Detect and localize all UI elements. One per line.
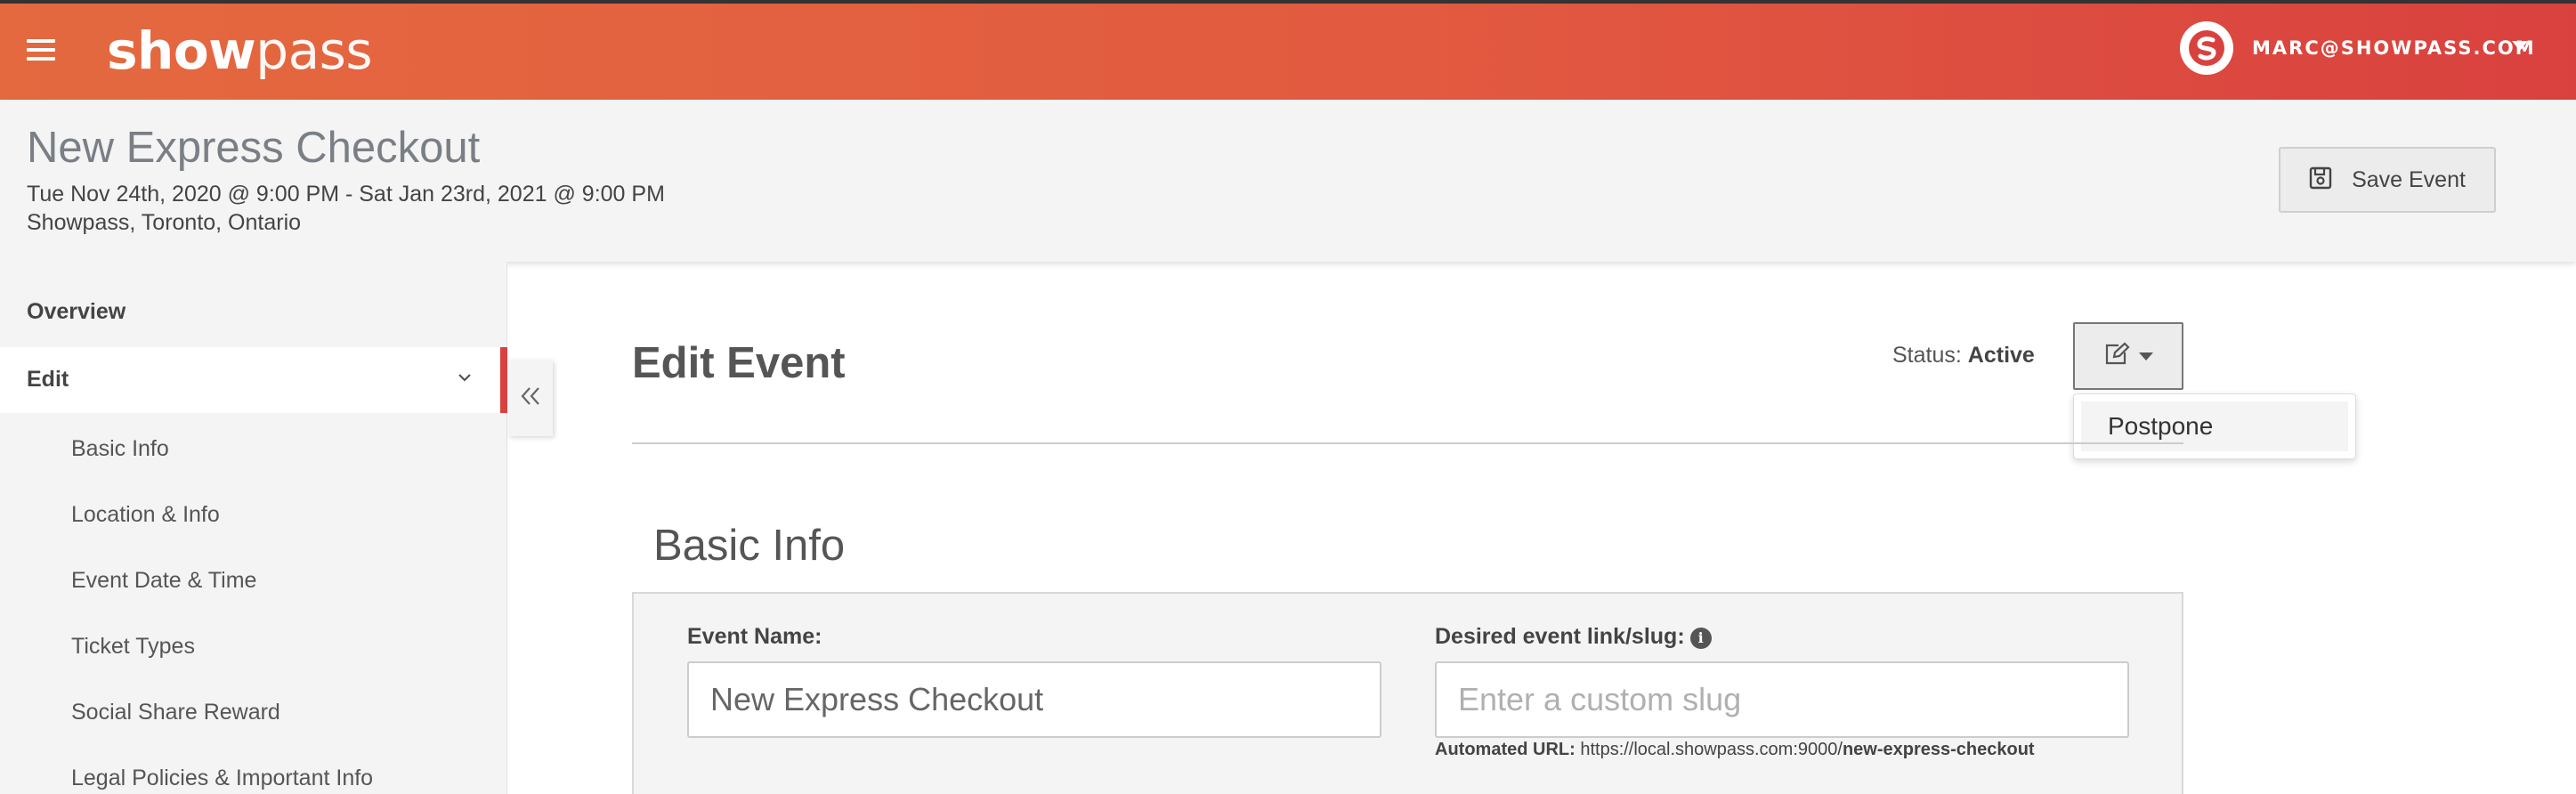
title-divider [632,442,2183,444]
sidebar: Overview Edit Basic Info Location & Info… [0,262,507,794]
sidebar-item-edit-label: Edit [27,367,69,392]
double-chevron-left-icon [518,384,543,412]
hamburger-menu-icon[interactable] [27,39,55,62]
sidebar-item-event-date-time[interactable]: Event Date & Time [0,568,507,594]
status-value: Active [1967,343,2035,368]
save-event-label: Save Event [2352,166,2466,192]
page-title: Edit Event [632,339,846,387]
user-avatar-icon[interactable] [2180,21,2233,75]
basic-info-form: Event Name: Desired event link/slug:i Au… [632,592,2183,794]
slug-input[interactable] [1435,661,2129,738]
save-event-button[interactable]: Save Event [2279,147,2496,213]
event-header: New Express Checkout Tue Nov 24th, 2020 … [0,100,2576,262]
automated-url-slug: new-express-checkout [1842,740,2035,759]
status-actions-dropdown-button[interactable] [2073,322,2183,390]
floppy-disk-icon [2309,166,2332,193]
user-menu-caret-icon[interactable] [2512,41,2528,51]
sidebar-item-location-info[interactable]: Location & Info [0,502,507,528]
edit-pencil-icon [2103,342,2130,370]
active-indicator-bar [500,347,507,413]
sidebar-item-ticket-types[interactable]: Ticket Types [0,634,507,660]
event-dates: Tue Nov 24th, 2020 @ 9:00 PM - Sat Jan 2… [27,182,665,207]
event-status: Status: Active [1892,343,2035,369]
section-title-basic-info: Basic Info [653,522,846,570]
event-name-label: Event Name: [687,624,822,649]
top-navbar: showpass MARC@SHOWPASS.COM [0,0,2576,100]
event-title: New Express Checkout [27,124,481,172]
slug-label: Desired event link/slug: [1435,624,1685,649]
event-name-input[interactable] [687,661,1381,738]
sidebar-item-legal-policies[interactable]: Legal Policies & Important Info [0,766,507,791]
automated-url-label: Automated URL: [1435,740,1576,759]
sidebar-item-basic-info[interactable]: Basic Info [0,436,507,462]
sidebar-item-overview[interactable]: Overview [0,299,507,325]
sidebar-item-edit[interactable]: Edit [0,347,507,413]
info-icon[interactable]: i [1689,628,1712,649]
status-label: Status: [1892,343,1962,368]
status-actions-menu: Postpone [2073,393,2356,459]
sidebar-item-social-share-reward[interactable]: Social Share Reward [0,700,507,725]
chevron-down-icon[interactable] [456,369,474,391]
showpass-logo[interactable]: showpass [107,23,373,78]
automated-url-base: https://local.showpass.com:9000/ [1580,740,1843,759]
collapse-sidebar-button[interactable] [508,360,553,436]
caret-down-icon [2139,352,2153,361]
user-email[interactable]: MARC@SHOWPASS.COM [2252,37,2536,59]
event-venue: Showpass, Toronto, Ontario [27,210,302,235]
automated-url: Automated URL: https://local.showpass.co… [1435,740,2035,760]
slug-label-wrapper: Desired event link/slug: i [1435,624,1712,650]
